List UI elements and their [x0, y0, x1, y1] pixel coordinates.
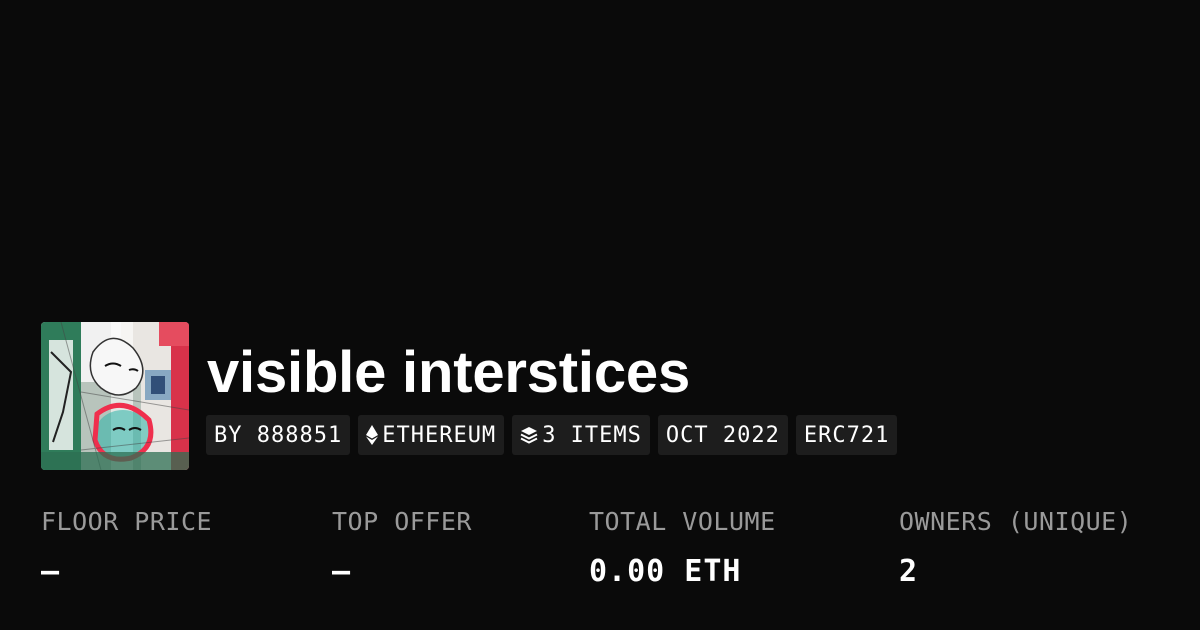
date-badge-label: OCT 2022: [665, 422, 780, 448]
top-offer-stat: TOP OFFER —: [332, 505, 472, 591]
items-badge-label: 3 ITEMS: [542, 422, 642, 448]
creator-badge-label: BY 888851: [214, 422, 343, 448]
items-badge[interactable]: 3 ITEMS: [512, 415, 650, 455]
collection-title: visible interstices: [207, 340, 690, 405]
floor-price-stat: FLOOR PRICE —: [41, 505, 212, 591]
top-offer-label: TOP OFFER: [332, 507, 472, 536]
floor-price-label: FLOOR PRICE: [41, 507, 213, 536]
chain-badge-label: ETHEREUM: [382, 422, 497, 448]
total-volume-stat: TOTAL VOLUME 0.00 ETH: [589, 505, 776, 591]
collection-stats: FLOOR PRICE — TOP OFFER — TOTAL VOLUME 0…: [0, 505, 1200, 605]
date-badge: OCT 2022: [657, 415, 788, 455]
total-volume-value: 0.00 ETH: [589, 554, 742, 589]
layers-icon: [520, 426, 538, 444]
owners-label: OWNERS (UNIQUE): [899, 507, 1133, 536]
standard-badge: ERC721: [795, 415, 898, 455]
chain-badge[interactable]: ETHEREUM: [358, 415, 505, 455]
standard-badge-label: ERC721: [803, 422, 890, 448]
collection-avatar: [41, 322, 189, 470]
owners-value: 2: [899, 554, 919, 589]
floor-price-value: —: [41, 554, 61, 589]
owners-stat: OWNERS (UNIQUE) 2: [899, 505, 1132, 591]
ethereum-icon: [366, 425, 379, 445]
collection-badges: BY 888851 ETHEREUM 3 ITEMS OCT 2022 ERC7…: [206, 415, 898, 455]
top-offer-value: —: [332, 554, 352, 589]
creator-badge[interactable]: BY 888851: [206, 415, 351, 455]
total-volume-label: TOTAL VOLUME: [589, 507, 776, 536]
